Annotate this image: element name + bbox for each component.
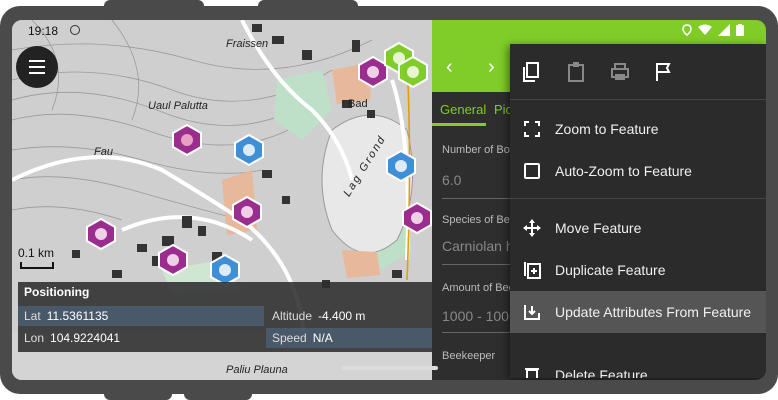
hive-marker[interactable] (158, 244, 188, 276)
hexagon-marker-icon (86, 218, 116, 250)
battery-icon (736, 24, 744, 36)
menu-item-auto-zoom[interactable]: Auto-Zoom to Feature (510, 150, 766, 192)
active-tab-indicator (432, 123, 486, 126)
feature-actions-menu: Zoom to Feature Auto-Zoom to Feature Mov… (510, 44, 766, 378)
hamburger-icon (29, 60, 45, 62)
field-label-number-of-boxes: Number of Box (442, 144, 516, 156)
positioning-title: Positioning (24, 285, 90, 299)
hexagon-marker-icon (232, 196, 262, 228)
map-label-fraissen: Fraissen (226, 38, 269, 50)
menu-item-label: Auto-Zoom to Feature (555, 163, 692, 179)
hive-marker[interactable] (172, 124, 202, 156)
speed-cell: Speed N/A (266, 328, 432, 348)
hexagon-marker-icon (172, 124, 202, 156)
lon-label: Lon (24, 331, 45, 345)
status-time: 19:18 (28, 24, 59, 38)
field-value-species[interactable]: Carniolan h (442, 238, 514, 254)
speed-label: Speed (272, 331, 307, 345)
previous-feature-button[interactable]: ‹ (446, 56, 453, 79)
status-icons (682, 24, 744, 36)
location-icon (682, 24, 692, 36)
hive-marker[interactable] (234, 134, 264, 166)
menu-item-label: Duplicate Feature (555, 262, 666, 278)
lon-value: 104.9224041 (50, 331, 121, 345)
positioning-panel: Positioning Lat 11.5361135 Altitude -4.400… (18, 282, 432, 352)
tab-general[interactable]: General (440, 102, 486, 117)
hive-marker[interactable] (232, 196, 262, 228)
scale-label: 0.1 km (18, 246, 55, 260)
home-indicator[interactable] (342, 366, 438, 370)
wifi-icon (698, 24, 712, 35)
hive-marker[interactable] (86, 218, 116, 250)
map-canvas[interactable]: Fraissen Uaul Palutta Fau Bad Lag Grond … (12, 20, 432, 380)
signal-icon (718, 24, 730, 36)
field-label-species: Species of Bee (442, 214, 516, 226)
menu-separator (510, 198, 766, 199)
menu-item-move-feature[interactable]: Move Feature (510, 207, 766, 249)
print-icon[interactable] (608, 60, 632, 84)
speed-value: N/A (312, 331, 333, 345)
move-arrows-icon (523, 219, 541, 237)
checkbox-icon[interactable] (522, 161, 542, 181)
lat-label: Lat (24, 309, 41, 323)
field-label-amount-of-bees: Amount of Bee (442, 282, 515, 294)
map-label-paliu-plauna: Paliu Plauna (226, 364, 288, 376)
map-label-bad: Bad (348, 98, 368, 110)
menu-item-label: Zoom to Feature (555, 121, 659, 137)
zoom-frame-icon (524, 121, 540, 137)
altitude-cell: Altitude -4.400 m (266, 306, 432, 326)
copy-icon[interactable] (520, 60, 544, 84)
update-attributes-icon (524, 305, 540, 320)
field-label-beekeeper: Beekeeper (442, 350, 496, 362)
status-bar (432, 20, 766, 42)
menu-item-label: Delete Feature (555, 367, 648, 378)
menu-item-zoom-to-feature[interactable]: Zoom to Feature (510, 108, 766, 150)
menu-item-label: Move Feature (555, 220, 642, 236)
menu-item-label: Update Attributes From Feature (555, 304, 752, 320)
duplicate-icon (524, 262, 541, 279)
hive-marker[interactable] (386, 150, 416, 182)
main-menu-button[interactable] (16, 46, 58, 88)
sync-status-icon (70, 25, 80, 35)
screen: Fraissen Uaul Palutta Fau Bad Lag Grond … (12, 20, 766, 380)
menu-item-duplicate-feature[interactable]: Duplicate Feature (510, 249, 766, 291)
hive-marker[interactable] (402, 202, 432, 234)
paste-icon[interactable] (564, 60, 588, 84)
map-label-uaul-palutta: Uaul Palutta (148, 100, 208, 112)
field-value-amount-of-bees[interactable]: 1000 - 100 (442, 308, 509, 324)
flag-icon[interactable] (652, 60, 676, 84)
hexagon-marker-icon (386, 150, 416, 182)
altitude-label: Altitude (272, 309, 313, 323)
menu-icon-row (510, 44, 766, 100)
lat-cell: Lat 11.5361135 (18, 306, 264, 326)
menu-item-update-attributes[interactable]: Update Attributes From Feature (510, 291, 766, 333)
map-label-fau: Fau (94, 146, 113, 158)
hexagon-marker-icon (398, 56, 428, 88)
hexagon-marker-icon (158, 244, 188, 276)
field-value-number-of-boxes[interactable]: 6.0 (442, 172, 461, 188)
hexagon-marker-icon (234, 134, 264, 166)
lat-value: 11.5361135 (46, 309, 109, 323)
scale-bar (20, 262, 54, 269)
menu-item-delete-feature[interactable]: Delete Feature (510, 354, 766, 378)
delete-icon (525, 368, 539, 378)
hamburger-line (29, 66, 45, 68)
lon-cell: Lon 104.9224041 (18, 328, 264, 348)
hamburger-line (29, 72, 45, 74)
hexagon-marker-icon (402, 202, 432, 234)
next-feature-button[interactable]: › (488, 56, 495, 79)
altitude-value: -4.400 m (318, 309, 366, 323)
hive-marker[interactable] (398, 56, 428, 88)
